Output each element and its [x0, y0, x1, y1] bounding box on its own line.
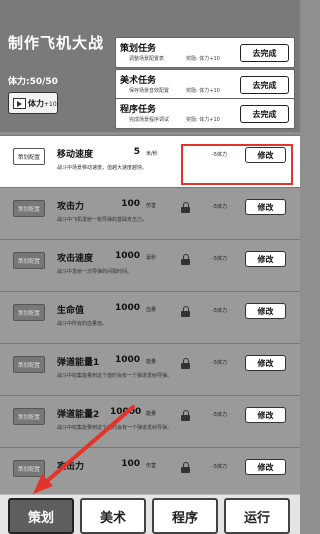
lock-icon: [181, 202, 190, 213]
param-desc: 战斗中所有的血量值。: [57, 321, 108, 327]
task-reward: 奖励: 体力+10: [186, 117, 220, 123]
task-card-program: 程序任务 完成场景程序调试 奖励: 体力+10 去完成: [115, 98, 295, 129]
param-desc: 战斗中飞机发射一枚导弹的基础攻击力。: [57, 217, 148, 223]
modify-button[interactable]: 修改: [245, 407, 286, 423]
modify-button[interactable]: 修改: [245, 355, 286, 371]
modify-button[interactable]: 修改: [245, 459, 286, 475]
param-cost: -5体力: [212, 360, 227, 366]
param-value: 1000: [114, 303, 140, 313]
param-name: 攻击力: [57, 462, 85, 472]
task-card-art: 美术任务 保存场景音效配置 奖励: 体力+10 去完成: [115, 69, 295, 100]
param-value: 100: [121, 199, 140, 209]
param-unit: 能量: [146, 359, 157, 365]
game-title: 制作飞机大战: [8, 34, 105, 52]
param-thumb: 策划配置: [13, 200, 45, 217]
param-value: 100: [121, 459, 140, 469]
param-value: 1000: [114, 251, 140, 261]
param-name: 攻击速度: [57, 254, 94, 264]
task-name: 美术任务: [120, 76, 157, 86]
param-unit: 血量: [146, 307, 157, 313]
task-desc: 保存场景音效配置: [129, 88, 170, 94]
modify-button[interactable]: 修改: [245, 251, 286, 267]
tab-art[interactable]: 美术: [80, 498, 146, 534]
task-complete-button[interactable]: 去完成: [240, 44, 289, 62]
param-name: 弹道能量1: [57, 358, 100, 368]
param-row: 策划配置 攻击力 100 伤害 -5体力 修改: [0, 447, 300, 499]
param-row: 策划配置 生命值 1000 血量 战斗中所有的血量值。 -5体力 修改: [0, 291, 300, 343]
param-thumb: 策划配置: [13, 356, 45, 373]
param-unit: 毫秒: [146, 255, 157, 261]
watch-video-stamina-button[interactable]: 体力+10: [8, 92, 58, 114]
task-name: 程序任务: [120, 105, 157, 115]
param-cost: -5体力: [212, 204, 227, 210]
task-card-planning: 策划任务 调整场景配置表 奖励: 体力+10 去完成: [115, 37, 295, 68]
param-desc: 战斗中收集能量到这个值时会有一个弹道发射导弹。: [57, 425, 173, 431]
lock-icon: [181, 358, 190, 369]
param-thumb: 策划配置: [13, 148, 45, 165]
param-row: 策划配置 攻击力 100 伤害 战斗中飞机发射一枚导弹的基础攻击力。 -5体力 …: [0, 187, 300, 239]
modify-button[interactable]: 修改: [245, 199, 286, 215]
param-desc: 战斗中收集能量到这个值时会有一个弹道发射导弹。: [57, 373, 173, 379]
lock-icon: [181, 462, 190, 473]
lock-icon: [181, 410, 190, 421]
lock-icon: [181, 254, 190, 265]
task-reward: 奖励: 体力+10: [186, 56, 220, 62]
lock-icon: [181, 306, 190, 317]
param-unit: 能量: [146, 411, 157, 417]
task-complete-button[interactable]: 去完成: [240, 76, 289, 94]
param-cost: -5体力: [212, 256, 227, 262]
param-name: 弹道能量2: [57, 410, 100, 420]
param-cost: -5体力: [212, 464, 227, 470]
task-desc: 完成场景程序调试: [129, 117, 170, 123]
param-thumb: 策划配置: [13, 304, 45, 321]
video-button-bonus: +10: [44, 100, 57, 108]
param-unit: 伤害: [146, 463, 157, 469]
task-complete-button[interactable]: 去完成: [240, 105, 289, 123]
param-thumb: 策划配置: [13, 408, 45, 425]
tab-program[interactable]: 程序: [152, 498, 218, 534]
param-thumb: 策划配置: [13, 252, 45, 269]
modify-button[interactable]: 修改: [245, 303, 286, 319]
task-reward: 奖励: 体力+10: [186, 88, 220, 94]
task-desc: 调整场景配置表: [129, 56, 165, 62]
param-unit: 米/秒: [146, 151, 158, 157]
tab-run[interactable]: 运行: [224, 498, 290, 534]
param-thumb: 策划配置: [13, 460, 45, 477]
param-row: 策划配置 弹道能量1 1000 能量 战斗中收集能量到这个值时会有一个弹道发射导…: [0, 343, 300, 395]
param-desc: 战斗中场景移动速度，值越大速度越快。: [57, 165, 148, 171]
param-value: 1000: [114, 355, 140, 365]
video-icon: [13, 97, 26, 109]
param-cost: -5体力: [212, 412, 227, 418]
task-name: 策划任务: [120, 44, 157, 54]
video-button-label: 体力: [28, 98, 44, 108]
param-name: 攻击力: [57, 202, 85, 212]
bottom-tab-bar: 策划 美术 程序 运行: [0, 494, 300, 534]
param-value: 10000: [110, 407, 142, 417]
param-value: 5: [133, 147, 140, 157]
param-name: 生命值: [57, 306, 85, 316]
stamina-counter: 体力:50/50: [8, 77, 58, 87]
tutorial-highlight-box: [181, 144, 293, 185]
param-row: 策划配置 弹道能量2 10000 能量 战斗中收集能量到这个值时会有一个弹道发射…: [0, 395, 300, 447]
param-cost: -5体力: [212, 308, 227, 314]
tab-planning[interactable]: 策划: [8, 498, 74, 534]
param-unit: 伤害: [146, 203, 157, 209]
param-row: 策划配置 攻击速度 1000 毫秒 战斗中发射一次导弹的间隔时间。 -5体力 修…: [0, 239, 300, 291]
param-desc: 战斗中发射一次导弹的间隔时间。: [57, 269, 133, 275]
param-name: 移动速度: [57, 150, 94, 160]
